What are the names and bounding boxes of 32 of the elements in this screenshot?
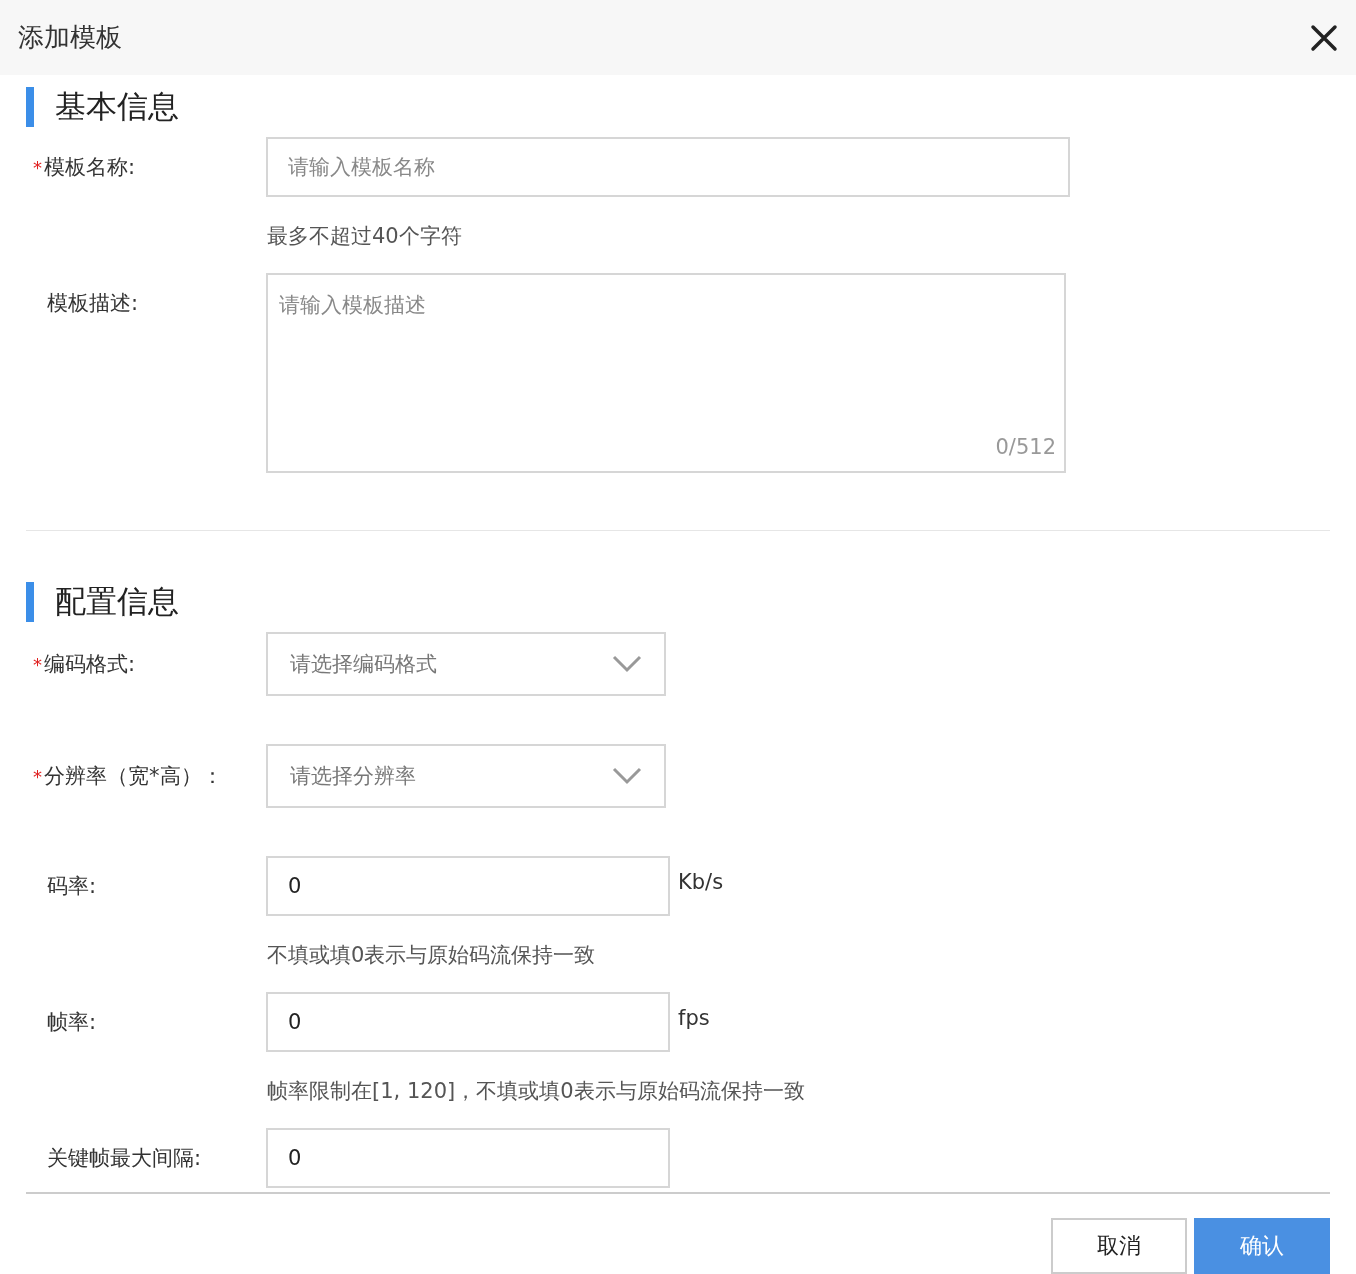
hint-text: 帧率限制在[1, 120]，不填或填0表示与原始码流保持一致 bbox=[267, 1079, 806, 1103]
number-input[interactable]: 0 bbox=[266, 856, 670, 916]
dialog-title: 添加模板 bbox=[18, 21, 122, 54]
required-mark: * bbox=[33, 765, 42, 787]
close-icon bbox=[1310, 23, 1338, 52]
chevron-down-icon bbox=[612, 767, 642, 785]
section-title: 基本信息 bbox=[55, 87, 179, 126]
chevron-down-icon bbox=[612, 655, 642, 673]
number-input[interactable]: 0 bbox=[266, 1128, 670, 1188]
select-dropdown[interactable]: 请选择分辨率 bbox=[266, 744, 666, 808]
cancel-button[interactable]: 取消 bbox=[1051, 1218, 1187, 1274]
required-mark: * bbox=[33, 156, 42, 178]
text-input[interactable]: 请输入模板名称 bbox=[266, 137, 1070, 197]
unit-label: fps bbox=[678, 1006, 710, 1030]
field-label: 关键帧最大间隔: bbox=[47, 1145, 202, 1172]
section-title: 配置信息 bbox=[55, 582, 179, 621]
required-mark: * bbox=[33, 653, 42, 675]
field-label: 模板描述: bbox=[47, 290, 139, 317]
section-accent-bar bbox=[26, 582, 34, 622]
field-label: 帧率: bbox=[47, 1009, 97, 1036]
field-label: 码率: bbox=[47, 873, 97, 900]
field-label: 编码格式: bbox=[44, 651, 136, 678]
field-label: 模板名称: bbox=[44, 154, 136, 181]
section-accent-bar bbox=[26, 87, 34, 127]
unit-label: Kb/s bbox=[678, 870, 724, 894]
hint-text: 最多不超过40个字符 bbox=[267, 224, 463, 248]
character-counter: 0/512 bbox=[995, 435, 1056, 459]
number-input[interactable]: 0 bbox=[266, 992, 670, 1052]
hint-text: 不填或填0表示与原始码流保持一致 bbox=[267, 943, 597, 967]
close-button[interactable] bbox=[1310, 23, 1338, 52]
select-dropdown[interactable]: 请选择编码格式 bbox=[266, 632, 666, 696]
field-label: 分辨率（宽*高）： bbox=[44, 763, 223, 790]
